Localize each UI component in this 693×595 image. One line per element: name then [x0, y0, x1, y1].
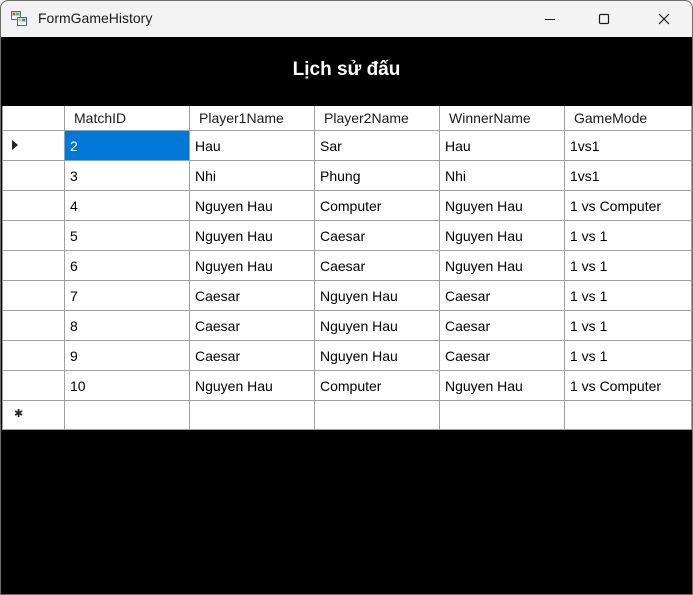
cell-matchid[interactable]: 6: [64, 250, 190, 281]
cell-player1name[interactable]: Nguyen Hau: [189, 190, 315, 221]
window-title: FormGameHistory: [38, 10, 153, 26]
cell-matchid[interactable]: 2: [64, 130, 190, 161]
row-header[interactable]: [2, 340, 65, 371]
cell-player2name[interactable]: Sar: [314, 130, 440, 161]
new-row-cell[interactable]: [189, 400, 315, 430]
cell-player1name[interactable]: Nguyen Hau: [189, 370, 315, 401]
new-row-cell[interactable]: [314, 400, 440, 430]
row-header[interactable]: [2, 220, 65, 251]
table-row[interactable]: 9 Caesar Nguyen Hau Caesar 1 vs 1: [2, 340, 692, 371]
minimize-button[interactable]: [527, 1, 573, 37]
cell-gamemode[interactable]: 1 vs 1: [564, 280, 692, 311]
app-icon: [11, 11, 27, 26]
cell-player1name[interactable]: Nguyen Hau: [189, 250, 315, 281]
cell-player1name[interactable]: Nhi: [189, 160, 315, 191]
cell-winnername[interactable]: Caesar: [439, 280, 565, 311]
cell-matchid[interactable]: 10: [64, 370, 190, 401]
row-header[interactable]: [2, 310, 65, 341]
close-button[interactable]: [641, 1, 687, 37]
column-header-winnername[interactable]: WinnerName: [439, 106, 565, 131]
cell-player1name[interactable]: Hau: [189, 130, 315, 161]
cell-winnername[interactable]: Caesar: [439, 340, 565, 371]
table-row[interactable]: 6 Nguyen Hau Caesar Nguyen Hau 1 vs 1: [2, 250, 692, 281]
row-header[interactable]: [2, 280, 65, 311]
cell-player1name[interactable]: Nguyen Hau: [189, 220, 315, 251]
game-history-grid[interactable]: MatchID Player1Name Player2Name WinnerNa…: [2, 106, 692, 430]
triangle-right-icon: [12, 140, 18, 150]
asterisk-icon: ✱: [14, 408, 24, 420]
cell-winnername[interactable]: Hau: [439, 130, 565, 161]
cell-matchid[interactable]: 9: [64, 340, 190, 371]
table-row[interactable]: 10 Nguyen Hau Computer Nguyen Hau 1 vs C…: [2, 370, 692, 401]
cell-player1name[interactable]: Caesar: [189, 310, 315, 341]
cell-gamemode[interactable]: 1 vs 1: [564, 310, 692, 341]
close-icon: [658, 13, 670, 25]
table-row[interactable]: 3 Nhi Phung Nhi 1vs1: [2, 160, 692, 191]
cell-matchid[interactable]: 3: [64, 160, 190, 191]
cell-gamemode[interactable]: 1vs1: [564, 160, 692, 191]
form-client-area: Lịch sử đấu MatchID Player1Name Player2N…: [1, 37, 692, 594]
new-row[interactable]: ✱: [2, 400, 692, 430]
cell-matchid[interactable]: 8: [64, 310, 190, 341]
form-game-history-window: FormGameHistory Lịch sử đấu MatchID Play…: [0, 0, 693, 595]
row-header[interactable]: [2, 160, 65, 191]
cell-gamemode[interactable]: 1vs1: [564, 130, 692, 161]
table-row[interactable]: 4 Nguyen Hau Computer Nguyen Hau 1 vs Co…: [2, 190, 692, 221]
column-header-player2name[interactable]: Player2Name: [314, 106, 440, 131]
cell-winnername[interactable]: Nhi: [439, 160, 565, 191]
cell-player2name[interactable]: Caesar: [314, 250, 440, 281]
cell-winnername[interactable]: Caesar: [439, 310, 565, 341]
row-header[interactable]: ✱: [2, 400, 65, 430]
cell-matchid[interactable]: 4: [64, 190, 190, 221]
cell-winnername[interactable]: Nguyen Hau: [439, 190, 565, 221]
new-row-cell[interactable]: [439, 400, 565, 430]
column-header-matchid[interactable]: MatchID: [64, 106, 190, 131]
cell-winnername[interactable]: Nguyen Hau: [439, 370, 565, 401]
cell-player1name[interactable]: Caesar: [189, 280, 315, 311]
row-header[interactable]: [2, 190, 65, 221]
new-row-cell[interactable]: [564, 400, 692, 430]
cell-player2name[interactable]: Nguyen Hau: [314, 340, 440, 371]
table-row[interactable]: 5 Nguyen Hau Caesar Nguyen Hau 1 vs 1: [2, 220, 692, 251]
cell-matchid[interactable]: 7: [64, 280, 190, 311]
table-row[interactable]: 2 Hau Sar Hau 1vs1: [2, 130, 692, 161]
maximize-button[interactable]: [581, 1, 627, 37]
column-header-gamemode[interactable]: GameMode: [564, 106, 692, 131]
cell-gamemode[interactable]: 1 vs Computer: [564, 370, 692, 401]
grid-header-row: MatchID Player1Name Player2Name WinnerNa…: [2, 106, 692, 131]
cell-player2name[interactable]: Caesar: [314, 220, 440, 251]
table-row[interactable]: 7 Caesar Nguyen Hau Caesar 1 vs 1: [2, 280, 692, 311]
page-title: Lịch sử đấu: [292, 59, 401, 80]
cell-player2name[interactable]: Nguyen Hau: [314, 280, 440, 311]
cell-player1name[interactable]: Caesar: [189, 340, 315, 371]
cell-gamemode[interactable]: 1 vs 1: [564, 220, 692, 251]
row-header[interactable]: [2, 250, 65, 281]
cell-gamemode[interactable]: 1 vs 1: [564, 250, 692, 281]
cell-player2name[interactable]: Phung: [314, 160, 440, 191]
new-row-cell[interactable]: [64, 400, 190, 430]
grid-corner-header[interactable]: [2, 106, 65, 131]
cell-player2name[interactable]: Computer: [314, 190, 440, 221]
cell-winnername[interactable]: Nguyen Hau: [439, 220, 565, 251]
minimize-icon: [545, 19, 555, 20]
title-bar[interactable]: FormGameHistory: [1, 1, 692, 37]
table-row[interactable]: 8 Caesar Nguyen Hau Caesar 1 vs 1: [2, 310, 692, 341]
row-header[interactable]: [2, 130, 65, 161]
maximize-icon: [598, 13, 610, 25]
cell-player2name[interactable]: Nguyen Hau: [314, 310, 440, 341]
cell-matchid[interactable]: 5: [64, 220, 190, 251]
window-bottom-edge: [1, 584, 692, 594]
row-header[interactable]: [2, 370, 65, 401]
cell-gamemode[interactable]: 1 vs 1: [564, 340, 692, 371]
cell-player2name[interactable]: Computer: [314, 370, 440, 401]
cell-gamemode[interactable]: 1 vs Computer: [564, 190, 692, 221]
cell-winnername[interactable]: Nguyen Hau: [439, 250, 565, 281]
column-header-player1name[interactable]: Player1Name: [189, 106, 315, 131]
